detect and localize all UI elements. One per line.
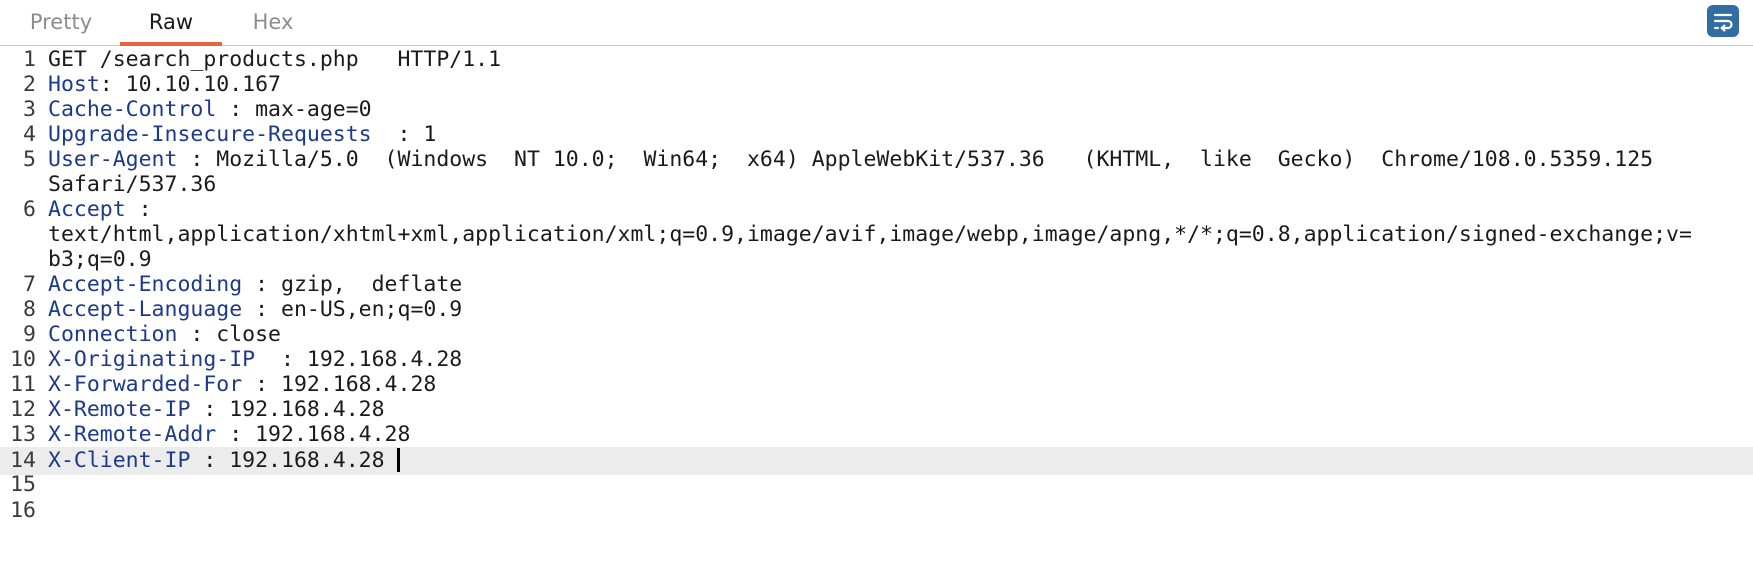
line-text: X-Remote-Addr : 192.168.4.28 [48, 421, 410, 449]
editor-line: 1 GET /search_products.php HTTP/1.1 [0, 46, 1753, 74]
text-cursor [396, 448, 400, 472]
line-number: 11 [10, 372, 36, 397]
editor-line: 11 X-Forwarded-For : 192.168.4.28 [0, 371, 1753, 399]
line-number: 16 [10, 498, 36, 523]
editor-line: 10 X-Originating-IP : 192.168.4.28 [0, 346, 1753, 374]
header-value: : 10.10.10.167 [99, 72, 281, 97]
line-text: Connection : close [48, 321, 281, 349]
line-number: 5 [23, 147, 36, 172]
editor-line: 2 Host: 10.10.10.167 [0, 71, 1753, 99]
line-text: b3;q=0.9 [48, 246, 152, 274]
header-value: : close [177, 322, 282, 347]
editor-line: 16 [0, 497, 1753, 525]
line-number: 12 [10, 397, 36, 422]
editor-line: 6 Accept : [0, 196, 1753, 224]
tab-hex[interactable]: Hex [240, 0, 306, 45]
line-number [0, 171, 36, 199]
header-name: Accept-Language [48, 297, 243, 322]
header-name: Connection [48, 322, 178, 347]
header-value: : 192.168.4.28 [242, 372, 437, 397]
line-text: Cache-Control : max-age=0 [48, 96, 372, 124]
tab-raw[interactable]: Raw [120, 0, 222, 46]
request-text: text/html,application/xhtml+xml,applicat… [48, 222, 1692, 247]
header-value: : 192.168.4.28 [190, 397, 385, 422]
request-text: Safari/537.36 [48, 172, 217, 197]
line-text: Accept-Language : en-US,en;q=0.9 [48, 296, 462, 324]
header-value: : 192.168.4.28 [190, 448, 385, 473]
line-number: 9 [23, 322, 36, 347]
line-text: User-Agent : Mozilla/5.0 (Windows NT 10.… [48, 146, 1653, 174]
line-number: 3 [23, 97, 36, 122]
editor-line: 8 Accept-Language : en-US,en;q=0.9 [0, 296, 1753, 324]
line-number: 6 [23, 197, 36, 222]
editor-line: 12 X-Remote-IP : 192.168.4.28 [0, 396, 1753, 424]
editor-line: text/html,application/xhtml+xml,applicat… [0, 221, 1753, 249]
header-value: : en-US,en;q=0.9 [242, 297, 463, 322]
wrap-lines-button[interactable] [1707, 5, 1739, 37]
header-name: X-Originating-IP [48, 347, 256, 372]
editor-line: 7 Accept-Encoding : gzip, deflate [0, 271, 1753, 299]
raw-request-editor[interactable]: 1 GET /search_products.php HTTP/1.1 2 Host:… [0, 46, 1753, 567]
line-text: GET /search_products.php HTTP/1.1 [48, 46, 501, 74]
tab-pretty[interactable]: Pretty [20, 0, 102, 45]
line-number: 15 [10, 472, 36, 497]
line-number: 10 [10, 347, 36, 372]
line-text: text/html,application/xhtml+xml,applicat… [48, 221, 1692, 249]
editor-line: 13 X-Remote-Addr : 192.168.4.28 [0, 421, 1753, 449]
header-value: : 1 [371, 122, 437, 147]
line-text: Accept : [48, 196, 152, 224]
request-text: b3;q=0.9 [48, 247, 152, 272]
header-value: : Mozilla/5.0 (Windows NT 10.0; Win64; x… [177, 147, 1654, 172]
line-number: 8 [23, 297, 36, 322]
line-number: 2 [23, 72, 36, 97]
line-text: Accept-Encoding : gzip, deflate [48, 271, 462, 299]
line-number: 7 [23, 272, 36, 297]
editor-line: 3 Cache-Control : max-age=0 [0, 96, 1753, 124]
line-text: Safari/537.36 [48, 171, 216, 199]
editor-line: b3;q=0.9 [0, 246, 1753, 274]
header-value: : gzip, deflate [242, 272, 463, 297]
editor-line: 5 User-Agent : Mozilla/5.0 (Windows NT 10… [0, 146, 1753, 174]
wrap-lines-icon [1713, 13, 1733, 32]
header-name: Upgrade-Insecure-Requests [48, 122, 372, 147]
line-number: 1 [23, 47, 36, 72]
line-number: 4 [23, 122, 36, 147]
header-name: Accept-Encoding [48, 272, 243, 297]
header-name: X-Forwarded-For [48, 372, 243, 397]
line-number [0, 221, 36, 249]
header-name: Accept [48, 197, 126, 222]
header-name: X-Remote-IP [48, 397, 191, 422]
header-value: : max-age=0 [216, 97, 372, 122]
editor-line: Safari/537.36 [0, 171, 1753, 199]
line-text: X-Remote-IP : 192.168.4.28 [48, 396, 385, 424]
line-text: Host: 10.10.10.167 [48, 71, 281, 99]
header-value: : 192.168.4.28 [216, 422, 411, 447]
header-name: X-Remote-Addr [48, 422, 217, 447]
tab-bar: Pretty Raw Hex [0, 0, 1753, 46]
line-text: X-Originating-IP : 192.168.4.28 [48, 346, 462, 374]
editor-line: 4 Upgrade-Insecure-Requests : 1 [0, 121, 1753, 149]
header-name: X-Client-IP [48, 448, 191, 473]
editor-line: 15 [0, 471, 1753, 499]
header-name: Host [48, 72, 100, 97]
line-number: 13 [10, 422, 36, 447]
header-value: : 192.168.4.28 [255, 347, 463, 372]
header-value: : [125, 197, 152, 222]
line-text: X-Forwarded-For : 192.168.4.28 [48, 371, 436, 399]
line-number [0, 246, 36, 274]
header-name: User-Agent [48, 147, 178, 172]
request-text: GET /search_products.php HTTP/1.1 [48, 47, 502, 72]
editor-line: 9 Connection : close [0, 321, 1753, 349]
header-name: Cache-Control [48, 97, 217, 122]
line-text: Upgrade-Insecure-Requests : 1 [48, 121, 436, 149]
